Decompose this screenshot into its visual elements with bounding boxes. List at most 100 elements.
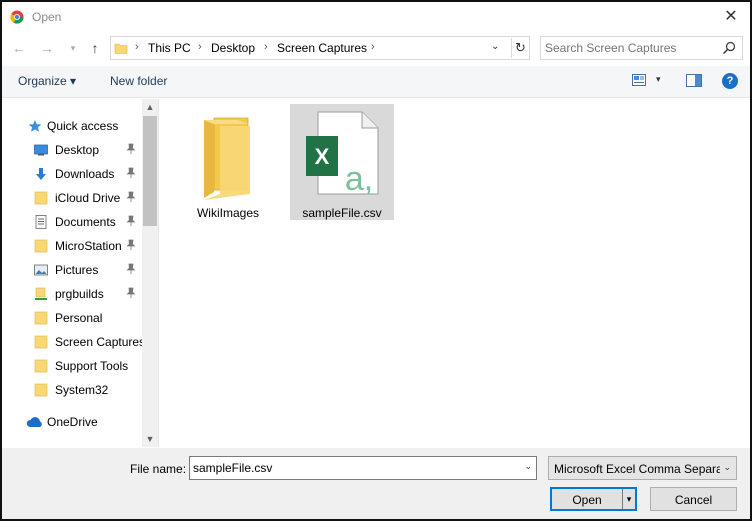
sidebar-item-system32[interactable]: System32 <box>2 379 142 401</box>
sidebar-item-desktop[interactable]: Desktop <box>2 139 142 161</box>
open-button-label: Open <box>572 493 602 507</box>
sidebar-item-personal[interactable]: Personal <box>2 307 142 329</box>
new-folder-button[interactable]: New folder <box>110 74 167 88</box>
sidebar-item-label: Documents <box>55 215 116 229</box>
file-item-samplefile-csv[interactable]: X a, sampleFile.csv <box>290 104 394 220</box>
breadcrumb-separator: › <box>264 41 268 53</box>
sidebar-scrollbar[interactable]: ▲ ▼ <box>142 99 158 447</box>
sidebar-item-support-tools[interactable]: Support Tools <box>2 355 142 377</box>
sidebar-item-label: Desktop <box>55 143 100 157</box>
file-item-label: sampleFile.csv <box>302 206 382 220</box>
sidebar-item-label: Support Tools <box>55 359 129 373</box>
change-view-icon[interactable] <box>632 74 646 86</box>
sidebar-item-label: OneDrive <box>47 415 98 429</box>
pin-icon[interactable] <box>126 263 136 275</box>
folder-icon <box>34 335 48 349</box>
sidebar-item-pictures[interactable]: Pictures <box>2 259 142 281</box>
sidebar-item-label: MicroStation <box>55 239 122 253</box>
forward-arrow-icon[interactable]: → <box>38 39 56 57</box>
folder-icon <box>204 117 250 200</box>
folder-icon <box>34 383 48 397</box>
pin-icon[interactable] <box>126 167 136 179</box>
breadcrumb-this-pc[interactable]: This PC <box>148 41 191 55</box>
scroll-down-arrow-icon[interactable]: ▼ <box>142 431 158 447</box>
navigation-pane: Quick access Desktop Downloads iCloud Dr… <box>2 99 159 447</box>
breadcrumb-screen-captures[interactable]: Screen Captures <box>277 41 367 55</box>
sidebar-item-downloads[interactable]: Downloads <box>2 163 142 185</box>
sidebar-item-label: System32 <box>55 383 109 397</box>
file-name-dropdown-icon[interactable]: ⌄ <box>524 461 532 472</box>
sidebar-item-quick-access[interactable]: Quick access <box>2 115 142 137</box>
cancel-button[interactable]: Cancel <box>650 487 737 511</box>
back-arrow-icon[interactable]: ← <box>10 39 28 57</box>
cancel-button-label: Cancel <box>674 493 713 507</box>
search-input[interactable] <box>545 40 715 56</box>
refresh-icon[interactable]: ↻ <box>511 38 529 58</box>
organize-menu[interactable]: Organize ▾ <box>18 74 76 88</box>
preview-pane-icon[interactable] <box>686 74 702 87</box>
search-box <box>540 36 743 60</box>
folder-icon <box>34 191 48 205</box>
up-arrow-icon[interactable]: ↑ <box>86 39 104 57</box>
sidebar-item-prgbuilds[interactable]: prgbuilds <box>2 283 142 305</box>
sidebar-item-onedrive[interactable]: OneDrive <box>2 411 142 433</box>
open-split-chevron-icon[interactable]: ▾ <box>622 489 635 509</box>
pin-icon[interactable] <box>126 143 136 155</box>
breadcrumb-separator: › <box>371 41 375 53</box>
breadcrumb-separator: › <box>135 41 139 53</box>
chrome-icon <box>10 10 24 24</box>
help-icon[interactable]: ? <box>722 73 738 89</box>
recent-locations-chevron-icon[interactable]: ▾ <box>64 39 82 57</box>
title-bar: Open ✕ <box>2 2 750 32</box>
cloud-icon <box>26 417 42 427</box>
file-name-label: File name: <box>130 462 187 476</box>
breadcrumb-desktop[interactable]: Desktop <box>211 41 255 55</box>
sidebar-item-label: Downloads <box>55 167 115 181</box>
folder-icon <box>114 43 128 54</box>
view-options-chevron-icon[interactable]: ▾ <box>656 74 661 85</box>
documents-icon <box>35 215 47 229</box>
scrollbar-thumb[interactable] <box>143 116 157 226</box>
close-icon[interactable]: ✕ <box>716 4 746 28</box>
download-icon <box>36 168 46 180</box>
sidebar-item-documents[interactable]: Documents <box>2 211 142 233</box>
sidebar-item-screen-captures[interactable]: Screen Captures <box>2 331 146 353</box>
folder-icon <box>34 359 48 373</box>
sidebar-item-microstation[interactable]: MicroStation <box>2 235 142 257</box>
scroll-up-arrow-icon[interactable]: ▲ <box>142 99 158 115</box>
file-list: WikiImages X a, sampleFile.csv <box>160 99 750 447</box>
file-type-value: Microsoft Excel Comma Separa <box>554 462 720 476</box>
folder-icon <box>34 311 48 325</box>
address-dropdown-icon[interactable]: ⌄ <box>491 41 499 52</box>
sidebar-item-icloud-drive[interactable]: iCloud Drive <box>2 187 142 209</box>
svg-text:a,: a, <box>345 160 373 196</box>
sidebar-item-label: Personal <box>55 311 103 325</box>
folder-icon <box>34 239 48 253</box>
pictures-icon <box>34 264 48 276</box>
breadcrumb-separator: › <box>198 41 202 53</box>
sidebar-item-label: prgbuilds <box>55 287 104 301</box>
file-type-dropdown-icon[interactable]: ⌄ <box>723 462 731 473</box>
file-type-select[interactable]: Microsoft Excel Comma Separa ⌄ <box>548 456 737 480</box>
pin-icon[interactable] <box>126 215 136 227</box>
address-bar[interactable]: › This PC › Desktop › Screen Captures › … <box>110 36 530 60</box>
file-item-wikiimages[interactable]: WikiImages <box>176 104 280 220</box>
svg-text:X: X <box>315 144 330 169</box>
open-dialog: Open ✕ ← → ▾ ↑ › This PC › Desktop › Scr… <box>0 0 752 521</box>
search-icon[interactable] <box>722 41 736 55</box>
window-title: Open <box>32 10 62 24</box>
star-icon <box>28 120 42 132</box>
pin-icon[interactable] <box>126 239 136 251</box>
sidebar-item-label: Pictures <box>55 263 99 277</box>
file-name-combobox: ⌄ <box>189 456 537 480</box>
pin-icon[interactable] <box>126 287 136 299</box>
sidebar-item-label: Screen Captures <box>55 335 146 349</box>
navigation-row: ← → ▾ ↑ › This PC › Desktop › Screen Cap… <box>2 34 750 64</box>
command-toolbar: Organize ▾ New folder ▾ ? <box>2 66 750 98</box>
file-name-input[interactable] <box>193 460 513 476</box>
sidebar-item-label: iCloud Drive <box>55 191 121 205</box>
open-button[interactable]: Open ▾ <box>550 487 637 511</box>
desktop-icon <box>34 144 48 156</box>
pin-icon[interactable] <box>126 191 136 203</box>
dialog-footer: File name: ⌄ Microsoft Excel Comma Separ… <box>2 448 750 519</box>
